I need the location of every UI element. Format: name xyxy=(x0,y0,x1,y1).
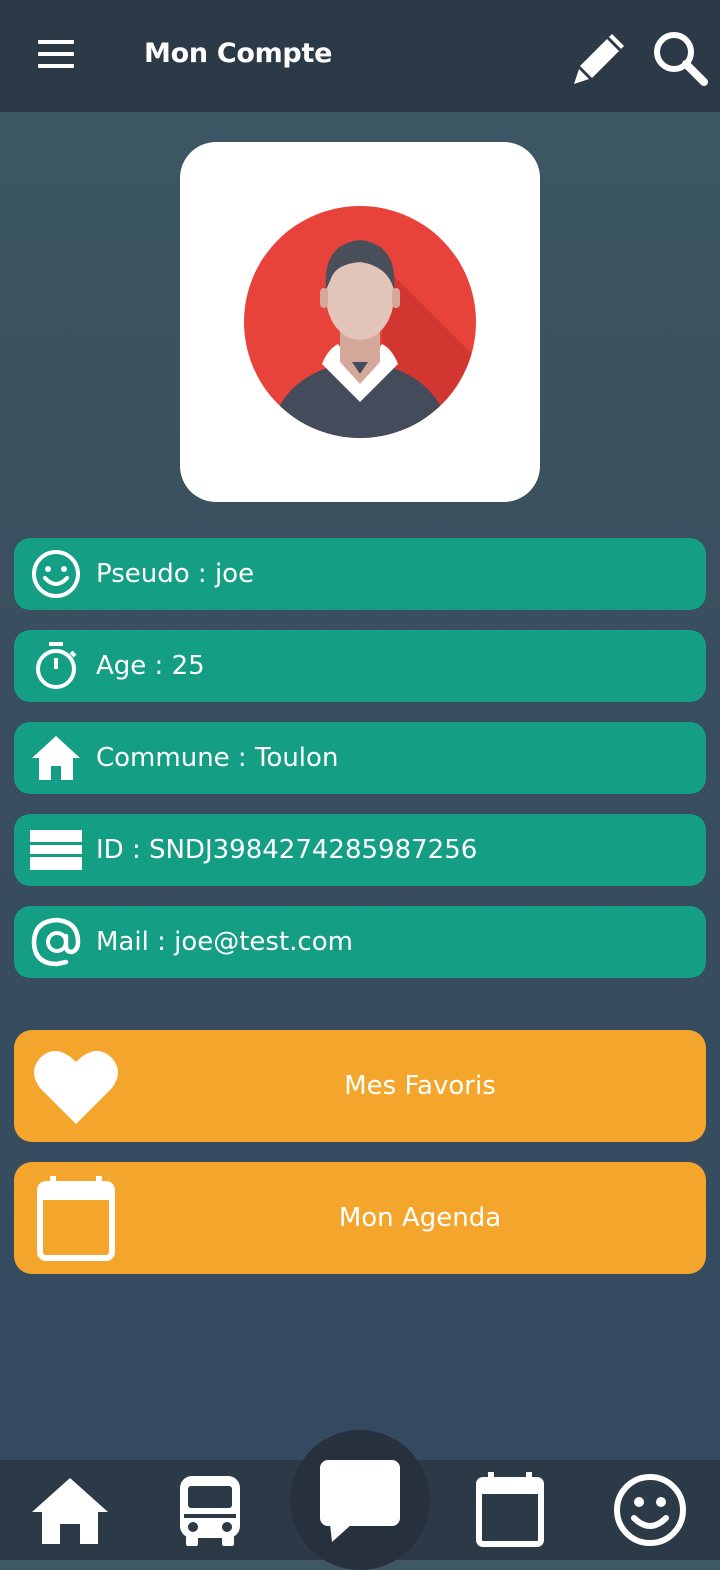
menu-icon[interactable] xyxy=(28,32,84,80)
commune-row: Commune : Toulon xyxy=(14,722,706,794)
agenda-button[interactable]: Mon Agenda xyxy=(14,1162,706,1274)
pseudo-row: Pseudo : joe xyxy=(14,538,706,610)
nav-profile-icon[interactable] xyxy=(612,1472,688,1548)
home-icon xyxy=(32,736,80,780)
age-label: Age : 25 xyxy=(96,651,205,681)
favorites-label: Mes Favoris xyxy=(344,1071,496,1101)
heart-icon xyxy=(34,1050,118,1124)
avatar-card xyxy=(180,142,540,502)
app-bar: Mon Compte xyxy=(0,0,720,112)
smiley-icon xyxy=(32,550,80,598)
mail-row: Mail : joe@test.com xyxy=(14,906,706,978)
page-title: Mon Compte xyxy=(144,38,333,69)
id-label: ID : SNDJ3984274285987256 xyxy=(96,835,478,865)
card-icon xyxy=(30,830,82,870)
agenda-label: Mon Agenda xyxy=(338,1203,502,1233)
avatar xyxy=(244,206,476,438)
search-icon[interactable] xyxy=(648,26,712,90)
pseudo-label: Pseudo : joe xyxy=(96,559,255,589)
nav-calendar-icon[interactable] xyxy=(476,1472,544,1548)
stopwatch-icon xyxy=(36,642,77,689)
at-icon xyxy=(31,917,81,967)
commune-label: Commune : Toulon xyxy=(96,743,339,773)
age-row: Age : 25 xyxy=(14,630,706,702)
pencil-icon[interactable] xyxy=(570,28,630,88)
mail-label: Mail : joe@test.com xyxy=(96,927,353,957)
calendar-icon xyxy=(37,1176,115,1261)
id-row: ID : SNDJ3984274285987256 xyxy=(14,814,706,886)
nav-chat-icon[interactable] xyxy=(318,1458,402,1542)
favorites-button[interactable]: Mes Favoris xyxy=(14,1030,706,1142)
nav-bus-icon[interactable] xyxy=(178,1474,242,1546)
nav-home-icon[interactable] xyxy=(30,1474,110,1546)
